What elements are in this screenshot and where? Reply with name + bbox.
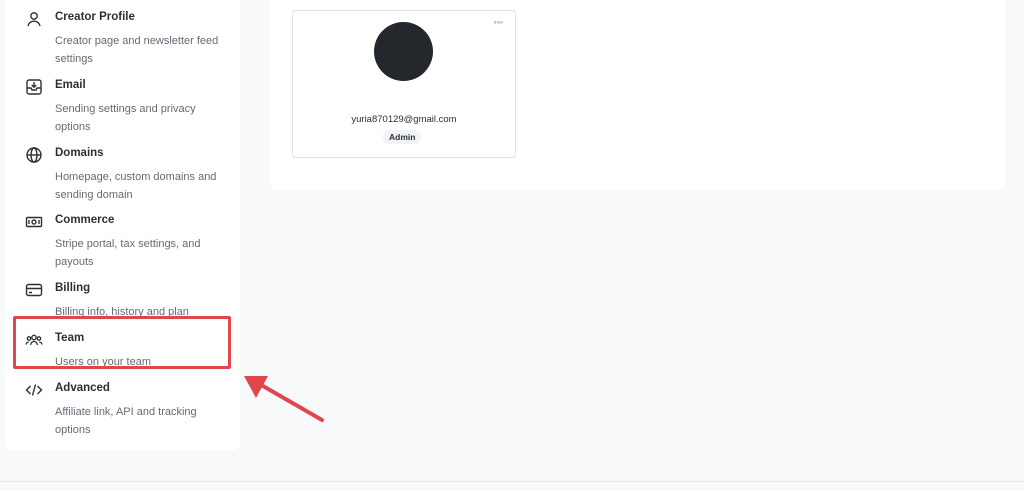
sidebar-item-advanced[interactable]: Advanced Affiliate link, API and trackin… — [5, 381, 240, 441]
avatar — [374, 22, 433, 81]
globe-icon — [25, 146, 43, 164]
role-badge: Admin — [383, 130, 422, 144]
more-options-icon[interactable]: ◦◦◦ — [493, 17, 503, 27]
sidebar-item-billing[interactable]: Billing Billing info, history and plan — [5, 281, 240, 323]
sidebar-item-email[interactable]: Email Sending settings and privacy optio… — [5, 78, 240, 138]
sidebar-item-description: Sending settings and privacy options — [55, 103, 196, 133]
team-member-card: ◦◦◦ yuria870129@gmail.com Admin — [292, 10, 516, 158]
sidebar-item-description: Creator page and newsletter feed setting… — [55, 35, 219, 65]
sidebar-item-title: Email — [55, 79, 86, 91]
inbox-icon — [25, 78, 43, 96]
sidebar-item-title: Billing — [55, 282, 91, 294]
sidebar-item-description: Stripe portal, tax settings, and payouts — [55, 238, 201, 268]
sidebar-item-title: Creator Profile — [55, 11, 135, 23]
sidebar-item-commerce[interactable]: Commerce Stripe portal, tax settings, an… — [5, 213, 240, 273]
settings-page: Creator Profile Creator page and newslet… — [0, 0, 1024, 491]
sidebar-item-creator-profile[interactable]: Creator Profile Creator page and newslet… — [5, 10, 240, 70]
team-icon — [25, 331, 43, 349]
member-email: yuria870129@gmail.com — [351, 114, 457, 125]
settings-sidebar: Creator Profile Creator page and newslet… — [5, 0, 240, 451]
sidebar-item-description: Billing info, history and plan — [55, 306, 189, 318]
sidebar-item-team[interactable]: Team Users on your team — [5, 331, 240, 373]
team-panel: ◦◦◦ yuria870129@gmail.com Admin — [270, 0, 1005, 190]
cash-icon — [25, 213, 43, 231]
credit-card-icon — [25, 281, 43, 299]
sidebar-item-description: Users on your team — [55, 356, 151, 368]
sidebar-item-description: Homepage, custom domains and sending dom… — [55, 171, 217, 201]
sidebar-item-title: Team — [55, 332, 85, 344]
annotation-arrow-icon — [244, 376, 324, 422]
sidebar-item-title: Commerce — [55, 214, 115, 226]
sidebar-item-description: Affiliate link, API and tracking options — [55, 406, 197, 436]
sidebar-item-title: Domains — [55, 147, 104, 159]
sidebar-item-domains[interactable]: Domains Homepage, custom domains and sen… — [5, 146, 240, 206]
user-icon — [25, 10, 43, 28]
divider — [0, 481, 1024, 482]
code-icon — [25, 381, 43, 399]
sidebar-item-title: Advanced — [55, 382, 110, 394]
